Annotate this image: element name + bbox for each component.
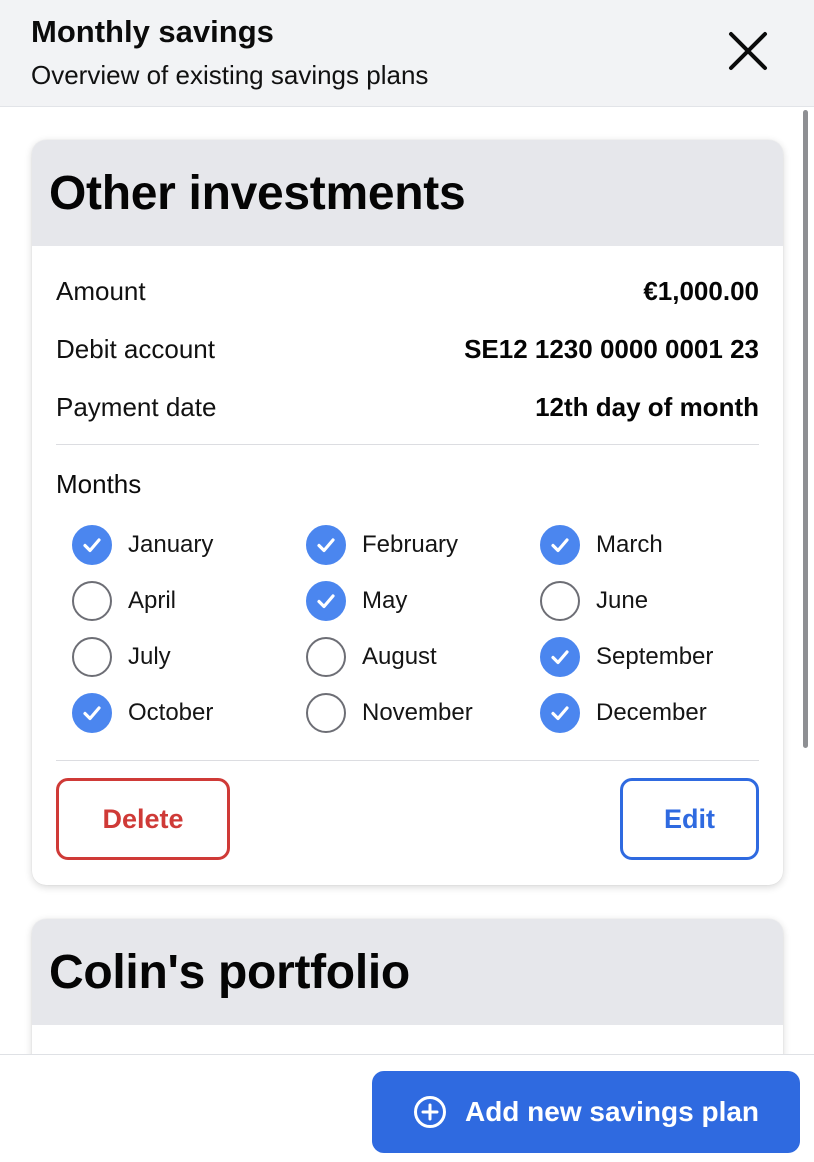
scrollbar[interactable] xyxy=(803,110,808,748)
checkbox-circle[interactable] xyxy=(306,693,346,733)
checkmark-icon[interactable] xyxy=(306,525,346,565)
month-checkbox-april[interactable]: April xyxy=(72,573,306,629)
month-checkbox-november[interactable]: November xyxy=(306,685,540,741)
month-label: December xyxy=(596,699,707,726)
card-actions: Delete Edit xyxy=(56,778,759,860)
plus-circle-icon xyxy=(413,1095,447,1129)
card-header: Colin's portfolio xyxy=(32,919,783,1025)
checkmark-icon[interactable] xyxy=(540,693,580,733)
month-checkbox-october[interactable]: October xyxy=(72,685,306,741)
month-label: October xyxy=(128,699,214,726)
checkmark-icon[interactable] xyxy=(540,525,580,565)
detail-value: €1,000.00 xyxy=(643,275,759,306)
month-checkbox-august[interactable]: August xyxy=(306,629,540,685)
divider xyxy=(56,444,759,445)
detail-row-payment-date: Payment date 12th day of month xyxy=(56,378,759,436)
detail-label: Amount xyxy=(56,275,146,306)
card-body: Amount €1,000.00 Debit account SE12 1230… xyxy=(32,262,783,860)
page-header: Monthly savings Overview of existing sav… xyxy=(0,0,814,107)
month-checkbox-may[interactable]: May xyxy=(306,573,540,629)
delete-button[interactable]: Delete xyxy=(56,778,230,860)
detail-row-amount: Amount €1,000.00 xyxy=(56,262,759,320)
savings-plan-card: Other investments Amount €1,000.00 Debit… xyxy=(32,140,783,885)
checkbox-circle[interactable] xyxy=(540,581,580,621)
divider xyxy=(56,760,759,761)
month-label: August xyxy=(362,643,437,670)
month-checkbox-march[interactable]: March xyxy=(540,517,740,573)
page-title: Monthly savings xyxy=(31,14,274,49)
month-label: May xyxy=(362,587,408,614)
checkbox-circle[interactable] xyxy=(306,637,346,677)
close-button[interactable] xyxy=(723,26,773,76)
checkbox-circle[interactable] xyxy=(72,581,112,621)
month-label: July xyxy=(128,643,171,670)
months-grid: January February March April May June July Augu… xyxy=(72,517,759,741)
detail-row-debit-account: Debit account SE12 1230 0000 0001 23 xyxy=(56,320,759,378)
checkmark-icon[interactable] xyxy=(72,693,112,733)
month-label: April xyxy=(128,587,177,614)
detail-label: Payment date xyxy=(56,391,217,422)
month-label: March xyxy=(596,531,663,558)
add-savings-plan-button[interactable]: Add new savings plan xyxy=(372,1071,800,1153)
checkmark-icon[interactable] xyxy=(540,637,580,677)
month-label: September xyxy=(596,643,714,670)
months-label: Months xyxy=(56,469,142,499)
plan-title: Other investments xyxy=(49,166,466,220)
month-checkbox-december[interactable]: December xyxy=(540,685,740,741)
checkmark-icon[interactable] xyxy=(72,525,112,565)
plan-title: Colin's portfolio xyxy=(49,945,410,999)
month-checkbox-july[interactable]: July xyxy=(72,629,306,685)
plans-list[interactable]: Other investments Amount €1,000.00 Debit… xyxy=(0,108,814,1054)
detail-label: Debit account xyxy=(56,333,215,364)
card-header: Other investments xyxy=(32,140,783,246)
detail-value: SE12 1230 0000 0001 23 xyxy=(464,333,759,364)
month-label: January xyxy=(128,531,214,558)
month-checkbox-february[interactable]: February xyxy=(306,517,540,573)
month-label: June xyxy=(596,587,649,614)
footer: Add new savings plan xyxy=(0,1054,814,1162)
page-subtitle: Overview of existing savings plans xyxy=(31,60,429,90)
month-checkbox-september[interactable]: September xyxy=(540,629,740,685)
edit-button[interactable]: Edit xyxy=(620,778,759,860)
add-savings-plan-label: Add new savings plan xyxy=(464,1096,760,1127)
checkmark-icon[interactable] xyxy=(306,581,346,621)
month-label: November xyxy=(362,699,473,726)
month-checkbox-january[interactable]: January xyxy=(72,517,306,573)
close-icon xyxy=(729,32,767,70)
detail-value: 12th day of month xyxy=(535,391,759,422)
month-checkbox-june[interactable]: June xyxy=(540,573,740,629)
month-label: February xyxy=(362,531,459,558)
checkbox-circle[interactable] xyxy=(72,637,112,677)
savings-plan-card: Colin's portfolio xyxy=(32,919,783,1054)
